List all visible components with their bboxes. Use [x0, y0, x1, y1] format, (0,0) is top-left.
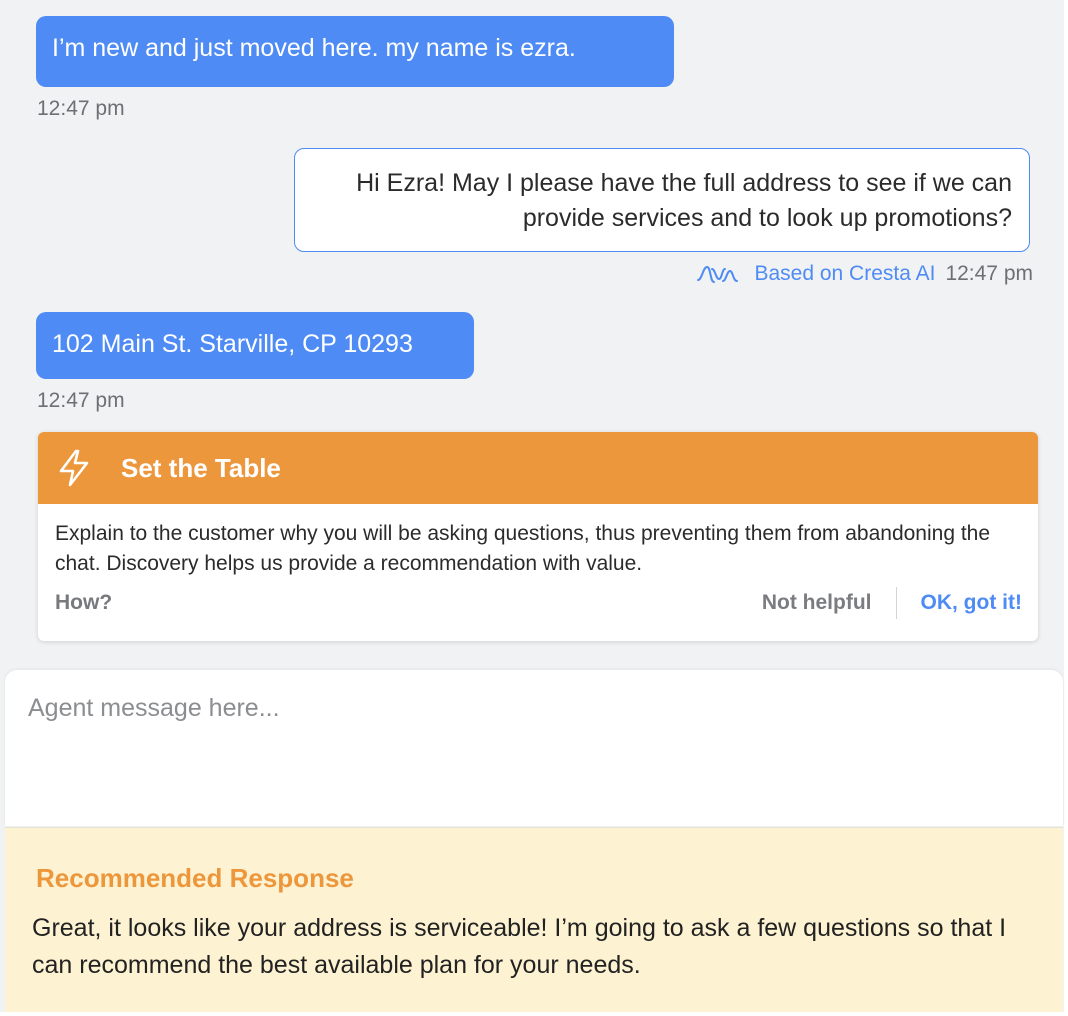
- customer-message-text: 102 Main St. Starville, CP 10293: [52, 330, 413, 358]
- recommended-response-title: Recommended Response: [36, 863, 354, 893]
- agent-message-bubble: Hi Ezra! May I please have the full addr…: [294, 148, 1030, 252]
- customer-message-bubble: I’m new and just moved here. my name is …: [36, 16, 674, 87]
- message-timestamp: 12:47 pm: [945, 262, 1033, 285]
- bottom-edge: [0, 1012, 1068, 1016]
- recommended-response-panel[interactable]: Recommended Response Great, it looks lik…: [5, 827, 1063, 1013]
- message-composer: [5, 670, 1063, 826]
- message-timestamp: 12:47 pm: [37, 389, 125, 412]
- agent-message-text: Hi Ezra! May I please have the full addr…: [356, 169, 1012, 232]
- lightning-bolt-icon: [59, 449, 89, 487]
- customer-message-text: I’m new and just moved here. my name is …: [52, 34, 576, 62]
- hint-card-header: Set the Table: [38, 432, 1038, 504]
- customer-message-bubble: 102 Main St. Starville, CP 10293: [36, 312, 474, 379]
- ai-source-label: Based on Cresta AI: [754, 262, 936, 285]
- hint-card-title: Set the Table: [121, 452, 281, 483]
- agent-message-input[interactable]: [28, 694, 1038, 723]
- not-helpful-button[interactable]: Not helpful: [762, 588, 896, 618]
- how-link[interactable]: How?: [55, 591, 112, 615]
- ok-got-it-button[interactable]: OK, got it!: [921, 588, 1022, 618]
- cresta-wave-icon: [697, 265, 739, 283]
- message-timestamp: 12:47 pm: [37, 97, 125, 120]
- recommended-response-text[interactable]: Great, it looks like your address is ser…: [32, 910, 1042, 984]
- agent-message-meta: Based on Cresta AI 12:47 pm: [696, 261, 1033, 287]
- actions-divider: [895, 587, 897, 619]
- hint-card-body: Explain to the customer why you will be …: [55, 522, 991, 575]
- right-edge-strip: [1064, 0, 1068, 1016]
- hint-card: Set the Table Explain to the customer wh…: [38, 432, 1038, 641]
- hint-card-actions: Not helpful OK, got it!: [762, 587, 1022, 619]
